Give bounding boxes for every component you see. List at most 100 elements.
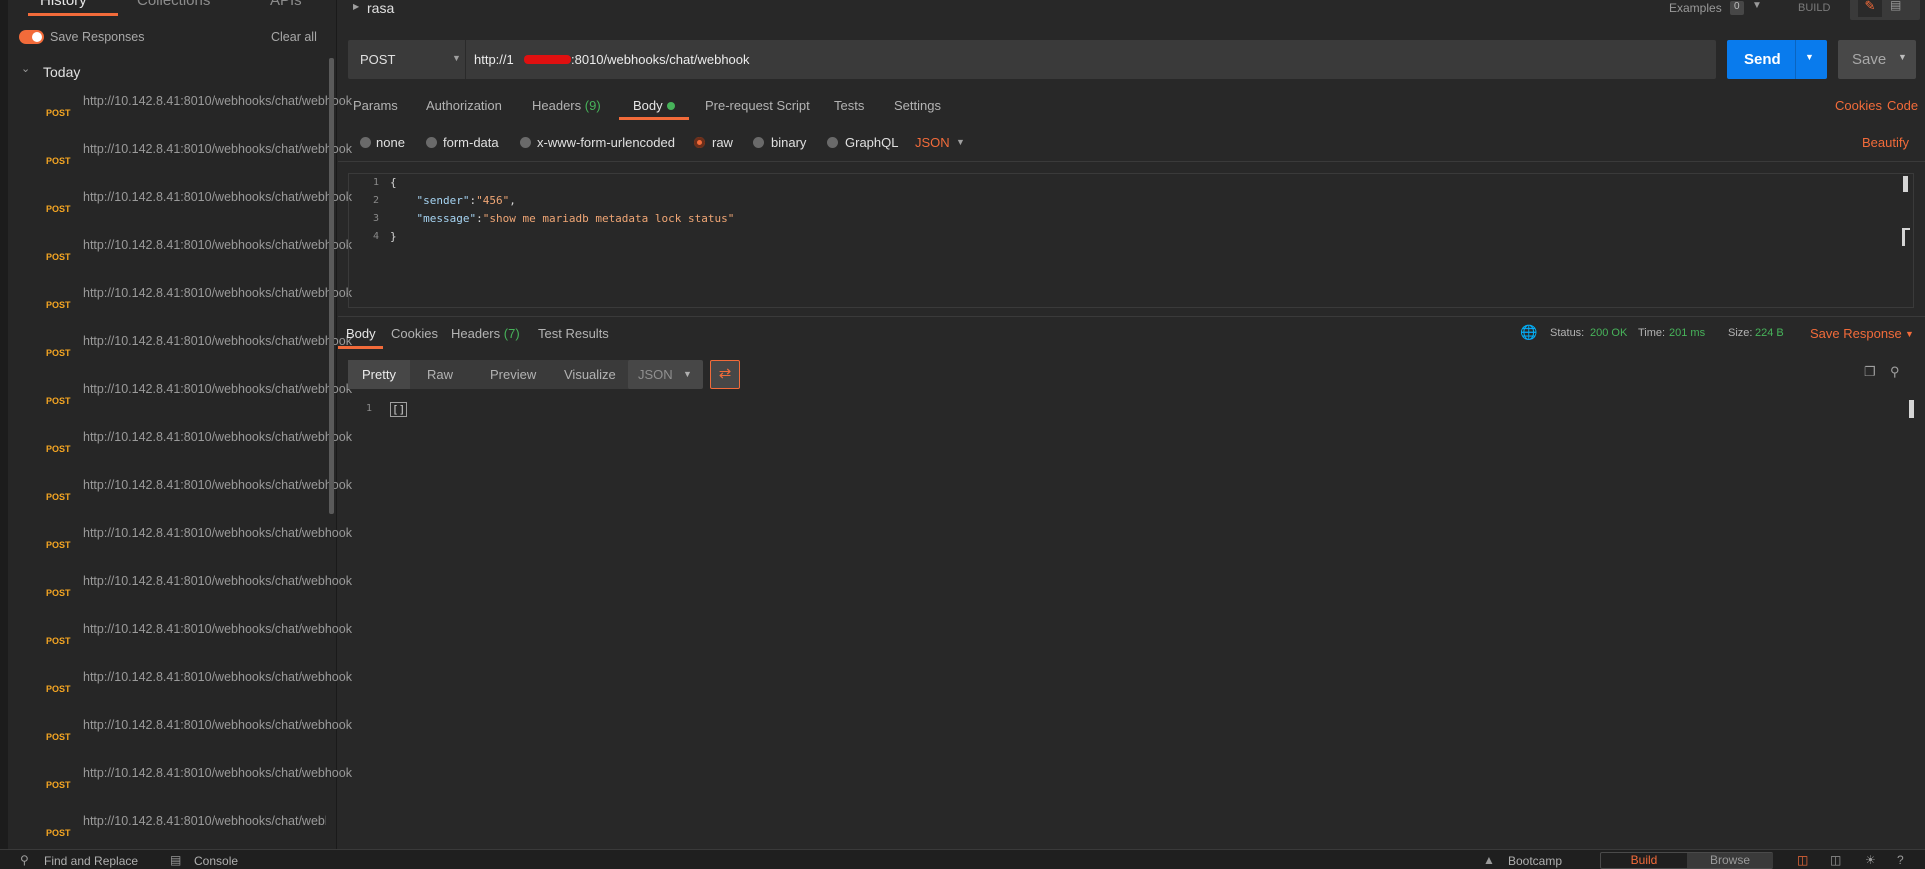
format-dropdown-icon[interactable]: ▼ [956,137,965,147]
radio-graphql[interactable] [827,137,838,148]
bootcamp-button[interactable]: Bootcamp [1508,854,1562,868]
request-body-editor[interactable]: 1 2 3 4 { "sender":"456", "message":"sho… [348,173,1914,308]
browse-button[interactable]: Browse [1687,853,1773,868]
request-name[interactable]: rasa [367,0,394,16]
clear-all-button[interactable]: Clear all [271,30,317,44]
save-response-dropdown-icon[interactable]: ▼ [1905,329,1914,339]
radio-form-data[interactable] [426,137,437,148]
method-badge: POST [46,636,71,646]
history-item[interactable]: POST http://10.142.8.41:8010/webhooks/cha… [8,476,352,524]
chevron-down-icon[interactable]: ⌄ [21,62,30,75]
bootcamp-icon[interactable]: ▲ [1483,853,1495,867]
history-item[interactable]: POST http://10.142.8.41:8010/webhooks/cha… [8,620,352,668]
method-select[interactable]: POST [360,52,395,67]
console-icon[interactable]: ▤ [170,853,181,867]
beautify-button[interactable]: Beautify [1862,135,1909,150]
history-item[interactable]: POST http://10.142.8.41:8010/webhooks/cha… [8,92,352,140]
edit-icon[interactable]: ✎ [1858,0,1882,17]
editor-scroll-marker [1902,228,1910,246]
tab-tests[interactable]: Tests [834,98,864,113]
history-item[interactable]: POST http://10.142.8.41:8010/webhooks/cha… [8,284,352,332]
tab-apis[interactable]: APIs [270,0,302,9]
console-button[interactable]: Console [194,854,238,868]
radio-raw[interactable] [694,137,705,148]
history-item[interactable]: POST http://10.142.8.41:8010/webhooks/cha… [8,524,352,572]
tab-collections[interactable]: Collections [137,0,210,9]
history-item[interactable]: POST http://10.142.8.41:8010/webhooks/cha… [8,572,352,620]
tab-settings[interactable]: Settings [894,98,941,113]
code-link[interactable]: Code [1887,98,1918,113]
history-item[interactable]: POST http://10.142.8.41:8010/webhooks/cha… [8,668,352,716]
editor-scrollbar[interactable] [1903,176,1908,192]
history-item[interactable]: POST http://10.142.8.41:8010/webhooks/cha… [8,236,352,284]
tab-headers[interactable]: Headers (9) [532,98,601,113]
radio-none[interactable] [360,137,371,148]
radio-urlencoded[interactable] [520,137,531,148]
view-tab-pretty[interactable]: Pretty [348,360,410,389]
examples-dropdown-icon[interactable]: ▼ [1752,0,1762,11]
body-format-select[interactable]: JSON [915,135,950,150]
help-icon[interactable]: ? [1897,853,1904,867]
caret-right-icon[interactable]: ▶ [353,2,359,11]
view-tab-preview[interactable]: Preview [490,360,536,389]
wrap-lines-icon[interactable]: ⇄ [710,360,740,389]
history-url: http://10.142.8.41:8010/webhooks/chat/we… [83,430,352,444]
view-tab-raw[interactable]: Raw [427,360,453,389]
examples-label[interactable]: Examples [1669,1,1722,15]
globe-icon[interactable]: 🌐 [1520,324,1537,341]
save-response-button[interactable]: Save Response [1810,326,1902,341]
response-format-select[interactable]: JSON ▼ [628,360,703,389]
code-line-2: "sender":"456", [416,194,516,207]
send-button[interactable]: Send ▼ [1727,40,1827,79]
close-brace: } [390,230,397,243]
comments-icon[interactable]: ▤ [1890,0,1901,12]
tab-body[interactable]: Body [633,98,663,113]
build-browse-switch: Build Browse [1600,852,1773,869]
response-tab-test-results[interactable]: Test Results [538,326,609,341]
history-item[interactable]: POST http://10.142.8.41:8010/webhooks/cha… [8,716,352,764]
group-today-label[interactable]: Today [43,64,80,80]
sidebar-scrollbar[interactable] [329,58,334,514]
method-dropdown-icon[interactable]: ▼ [452,53,461,63]
history-item[interactable]: POST http://10.142.8.41:8010/webhooks/cha… [8,428,352,476]
build-button[interactable]: Build [1601,853,1687,868]
tab-authorization[interactable]: Authorization [426,98,502,113]
cookies-link[interactable]: Cookies [1835,98,1882,113]
copy-icon[interactable]: ❐ [1864,364,1876,380]
layout-two-pane-icon[interactable]: ◫ [1797,853,1808,867]
tab-params[interactable]: Params [353,98,398,113]
response-tab-body[interactable]: Body [346,326,376,341]
tab-prerequest[interactable]: Pre-request Script [705,98,810,113]
history-item[interactable]: POST http://10.142.8.41:8010/webhooks/cha… [8,764,352,812]
response-tab-cookies[interactable]: Cookies [391,326,438,341]
body-tab-underline [619,117,689,120]
history-url: http://10.142.8.41:8010/webhooks/chat/we… [83,142,352,156]
response-view-tabs: Pretty Raw Preview Visualize [348,360,633,389]
examples-count-badge: 0 [1730,1,1744,15]
history-item[interactable]: POST http://10.142.8.41:8010/webhooks/cha… [8,188,352,236]
history-item[interactable]: POST http://10.142.8.41:8010/webhooks/cha… [8,812,326,849]
find-replace-icon[interactable]: ⚲ [20,853,29,867]
response-scrollbar[interactable] [1909,400,1914,418]
send-dropdown-icon[interactable]: ▼ [1805,52,1814,62]
view-tab-visualize[interactable]: Visualize [564,360,616,389]
mode-switch: ✎ ▤ [1850,0,1920,20]
history-item[interactable]: POST http://10.142.8.41:8010/webhooks/cha… [8,140,352,188]
find-replace-button[interactable]: Find and Replace [44,854,138,868]
url-input[interactable]: http://1 :8010/webhooks/chat/webhook [466,40,1716,79]
save-button[interactable]: Save ▼ [1838,40,1916,79]
response-body-viewer[interactable]: 1 [] [348,400,1914,840]
save-responses-toggle[interactable] [19,30,44,44]
history-item[interactable]: POST http://10.142.8.41:8010/webhooks/cha… [8,332,352,380]
save-dropdown-icon[interactable]: ▼ [1898,52,1907,62]
radio-binary[interactable] [753,137,764,148]
history-item[interactable]: POST http://10.142.8.41:8010/webhooks/cha… [8,380,352,428]
history-url: http://10.142.8.41:8010/webhooks/chat/we… [83,574,352,588]
response-tab-headers[interactable]: Headers (7) [451,326,520,341]
size-label: Size: [1728,327,1753,339]
bulb-icon[interactable]: ☀ [1865,853,1876,867]
search-icon[interactable]: ⚲ [1890,364,1900,380]
method-badge: POST [46,732,71,742]
keyboard-shortcuts-icon[interactable]: ◫ [1830,853,1841,867]
tab-history[interactable]: History [40,0,87,9]
